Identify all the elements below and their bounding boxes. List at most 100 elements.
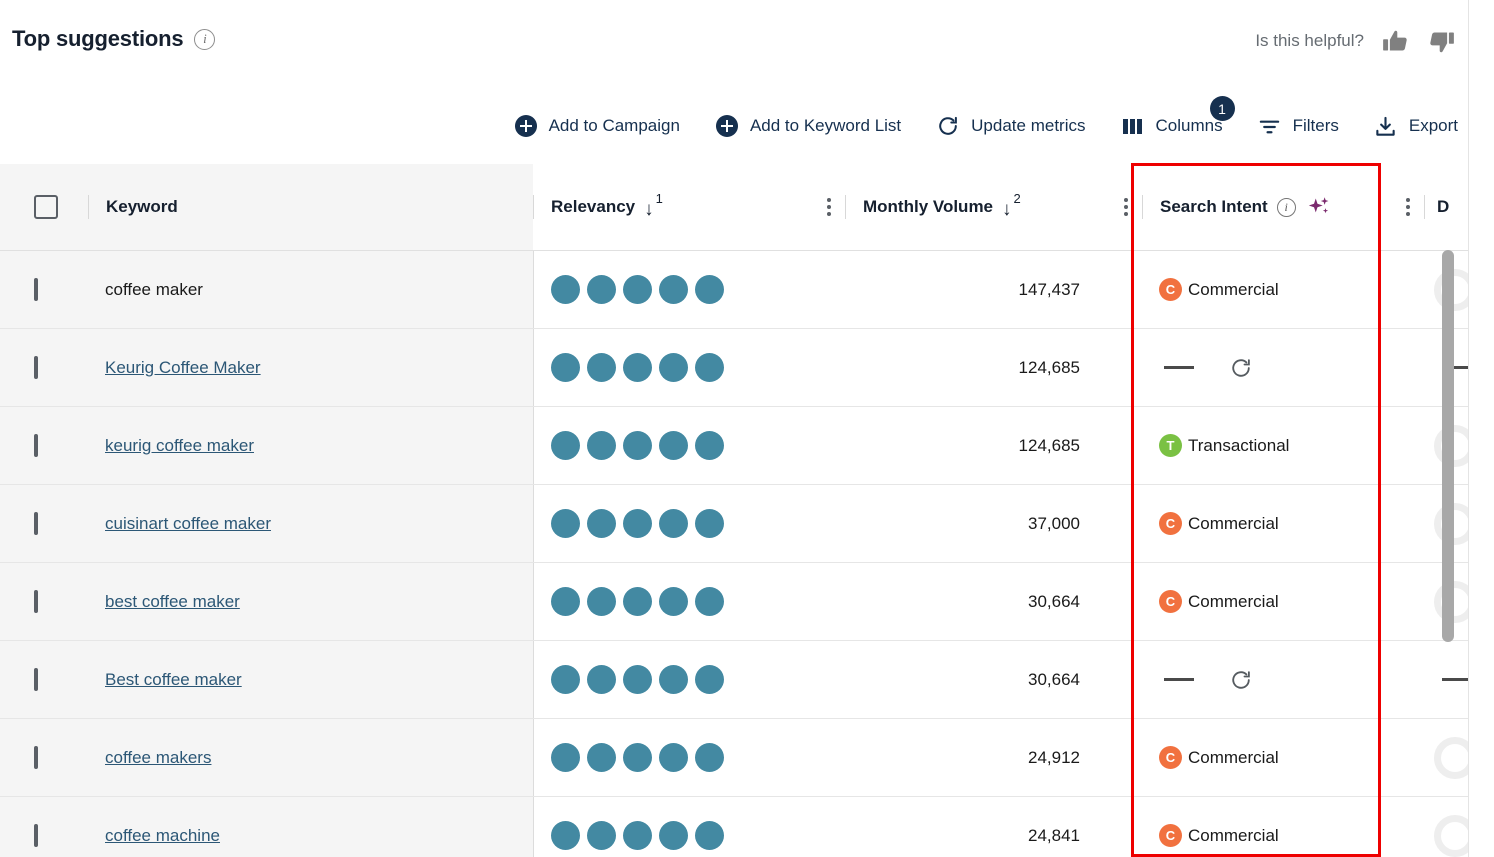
export-button[interactable]: Export (1374, 114, 1458, 138)
volume-menu-header[interactable] (1110, 164, 1142, 251)
volume-sort-indicator[interactable]: ↓ 2 (1002, 198, 1021, 217)
row-checkbox[interactable] (34, 668, 38, 691)
relevancy-dot (623, 743, 652, 772)
keyword-link[interactable]: cuisinart coffee maker (105, 514, 271, 533)
volume-spacer-cell (1110, 641, 1142, 719)
page-title: Top suggestions (12, 26, 183, 52)
columns-button[interactable]: Columns 1 (1120, 114, 1222, 138)
relevancy-dot (623, 665, 652, 694)
keyword-header-label: Keyword (89, 197, 178, 217)
search-intent-header[interactable]: Search Intent i (1142, 164, 1392, 251)
relevancy-spacer-cell (813, 485, 845, 563)
thumbs-up-icon[interactable] (1380, 26, 1410, 56)
relevancy-dot (551, 509, 580, 538)
keyword-link[interactable]: coffee machine (105, 826, 220, 845)
row-checkbox[interactable] (34, 824, 38, 847)
search-intent-cell: CCommercial (1142, 719, 1392, 797)
relevancy-dot (695, 587, 724, 616)
search-intent-cell: CCommercial (1142, 251, 1392, 329)
row-checkbox[interactable] (34, 434, 38, 457)
search-intent-menu-header[interactable] (1392, 164, 1424, 251)
row-select-cell (0, 641, 88, 719)
page-right-edge (1468, 0, 1494, 857)
add-to-campaign-button[interactable]: Add to Campaign (514, 114, 680, 138)
relevancy-dot (695, 353, 724, 382)
relevancy-cell (533, 407, 813, 485)
info-icon[interactable]: i (194, 29, 215, 50)
keyword-link[interactable]: coffee makers (105, 748, 211, 767)
relevancy-sort-indicator[interactable]: ↓ 1 (644, 198, 663, 217)
relevancy-cell (533, 797, 813, 857)
relevancy-dot (551, 665, 580, 694)
relevancy-header[interactable]: Relevancy ↓ 1 (533, 164, 813, 251)
select-all-checkbox[interactable] (34, 195, 58, 219)
row-checkbox[interactable] (34, 746, 38, 769)
search-intent-cell: CCommercial (1142, 563, 1392, 641)
table-row[interactable]: coffee makers24,912CCommercial (0, 719, 1494, 797)
update-metrics-button[interactable]: Update metrics (936, 114, 1085, 138)
volume-kebab-icon[interactable] (1110, 164, 1142, 250)
table-row[interactable]: Keurig Coffee Maker124,685 (0, 329, 1494, 407)
add-to-keyword-list-label: Add to Keyword List (750, 116, 901, 136)
intent-badge-icon: C (1159, 278, 1182, 301)
relevancy-dot (659, 743, 688, 772)
vertical-scrollbar[interactable] (1442, 250, 1454, 857)
refresh-intent-icon[interactable] (1230, 357, 1252, 379)
keyword-link[interactable]: Best coffee maker (105, 670, 242, 689)
intent-badge-icon: C (1159, 512, 1182, 535)
relevancy-dot (551, 743, 580, 772)
keyword-header[interactable]: Keyword (88, 164, 533, 251)
relevancy-rating (534, 275, 814, 304)
table-toolbar: Add to Campaign Add to Keyword List Upda… (0, 88, 1494, 164)
scrollbar-thumb[interactable] (1442, 250, 1454, 642)
row-select-cell (0, 719, 88, 797)
intent-spacer-cell (1392, 719, 1424, 797)
relevancy-dot (659, 587, 688, 616)
thumbs-down-icon[interactable] (1426, 26, 1456, 56)
row-checkbox[interactable] (34, 590, 38, 613)
volume-spacer-cell (1110, 485, 1142, 563)
table-row[interactable]: coffee machine24,841CCommercial (0, 797, 1494, 857)
relevancy-dot (695, 743, 724, 772)
relevancy-dot (695, 275, 724, 304)
relevancy-kebab-icon[interactable] (813, 164, 845, 250)
search-intent-cell: CCommercial (1142, 485, 1392, 563)
table-row[interactable]: cuisinart coffee maker37,000CCommercial (0, 485, 1494, 563)
refresh-intent-icon[interactable] (1230, 669, 1252, 691)
keyword-link[interactable]: keurig coffee maker (105, 436, 254, 455)
relevancy-dot (659, 821, 688, 850)
relevancy-spacer-cell (813, 719, 845, 797)
row-select-cell (0, 485, 88, 563)
volume-spacer-cell (1110, 329, 1142, 407)
filters-button[interactable]: Filters (1258, 114, 1339, 138)
monthly-volume-cell: 124,685 (845, 407, 1110, 485)
search-intent-value: CCommercial (1142, 746, 1392, 769)
keyword-text: coffee maker (105, 280, 203, 299)
search-intent-info-icon[interactable]: i (1277, 198, 1296, 217)
relevancy-dot (587, 665, 616, 694)
monthly-volume-header[interactable]: Monthly Volume ↓ 2 (845, 164, 1110, 251)
table-row[interactable]: Best coffee maker30,664 (0, 641, 1494, 719)
volume-spacer-cell (1110, 563, 1142, 641)
monthly-volume-cell: 30,664 (845, 563, 1110, 641)
table-row[interactable]: best coffee maker 30,664 CCommercial (0, 563, 1494, 641)
row-checkbox[interactable] (34, 512, 38, 535)
keyword-cell: best coffee maker (88, 563, 533, 641)
relevancy-dot (659, 275, 688, 304)
relevancy-menu-header[interactable] (813, 164, 845, 251)
search-intent-header-label: Search Intent (1143, 197, 1268, 217)
add-to-keyword-list-button[interactable]: Add to Keyword List (715, 114, 901, 138)
keyword-link[interactable]: Keurig Coffee Maker (105, 358, 261, 377)
monthly-volume-cell: 147,437 (845, 251, 1110, 329)
filters-label: Filters (1293, 116, 1339, 136)
row-checkbox[interactable] (34, 278, 38, 301)
relevancy-dot (623, 353, 652, 382)
relevancy-rating (534, 431, 814, 460)
search-intent-kebab-icon[interactable] (1392, 164, 1424, 250)
table-row[interactable]: coffee maker 147,437 CCommercial (0, 251, 1494, 329)
table-row[interactable]: keurig coffee maker124,685TTransactional (0, 407, 1494, 485)
relevancy-spacer-cell (813, 797, 845, 857)
keyword-link[interactable]: best coffee maker (105, 592, 240, 611)
columns-count-badge: 1 (1210, 96, 1235, 121)
row-checkbox[interactable] (34, 356, 38, 379)
